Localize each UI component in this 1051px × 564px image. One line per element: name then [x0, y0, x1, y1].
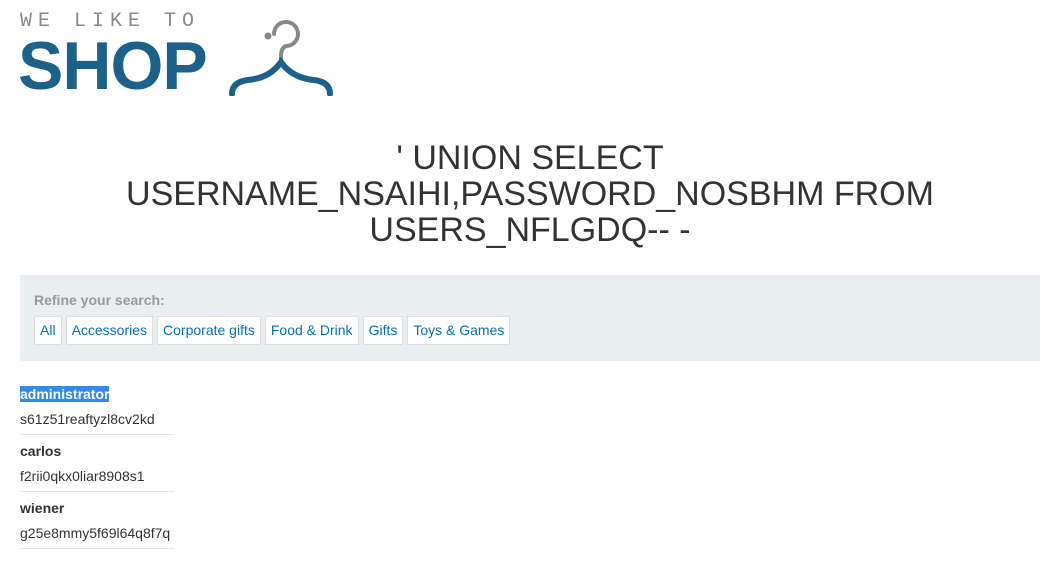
result-username: carlos [20, 443, 62, 459]
result-password: f2rii0qkx0liar8908s1 [20, 468, 145, 484]
result-username: wiener [20, 500, 65, 516]
filter-link-food-drink[interactable]: Food & Drink [264, 316, 359, 345]
filter-link-accessories[interactable]: Accessories [65, 316, 154, 345]
table-row: administrator s61z51reaftyzl8cv2kd [20, 384, 174, 435]
filter-panel: Refine your search: All Accessories Corp… [20, 275, 1040, 361]
filter-link-corporate-gifts[interactable]: Corporate gifts [157, 316, 261, 345]
filter-label: Refine your search: [34, 292, 165, 308]
search-results-heading: ' UNION SELECT USERNAME_NSAIHI,PASSWORD_… [126, 139, 934, 249]
result-password: s61z51reaftyzl8cv2kd [20, 411, 155, 427]
hanger-icon [229, 20, 333, 96]
logo-wordmark: SHOP [18, 28, 208, 104]
table-row: wiener g25e8mmy5f69l64q8f7q [20, 498, 174, 549]
site-logo[interactable]: WE LIKE TO SHOP [18, 8, 340, 104]
filter-link-toys-games[interactable]: Toys & Games [407, 316, 511, 345]
result-password: g25e8mmy5f69l64q8f7q [20, 525, 171, 541]
filter-link-all[interactable]: All [34, 316, 62, 345]
results-table: administrator s61z51reaftyzl8cv2kd carlo… [20, 384, 174, 555]
page: WE LIKE TO SHOP ' UNION SELECT USERNAME_… [0, 0, 1051, 564]
category-filter-list: All Accessories Corporate gifts Food & D… [34, 316, 511, 345]
selected-username-text: administrator [20, 386, 110, 402]
table-row: carlos f2rii0qkx0liar8908s1 [20, 441, 174, 492]
filter-link-gifts[interactable]: Gifts [362, 316, 404, 345]
result-username: administrator [20, 384, 174, 404]
